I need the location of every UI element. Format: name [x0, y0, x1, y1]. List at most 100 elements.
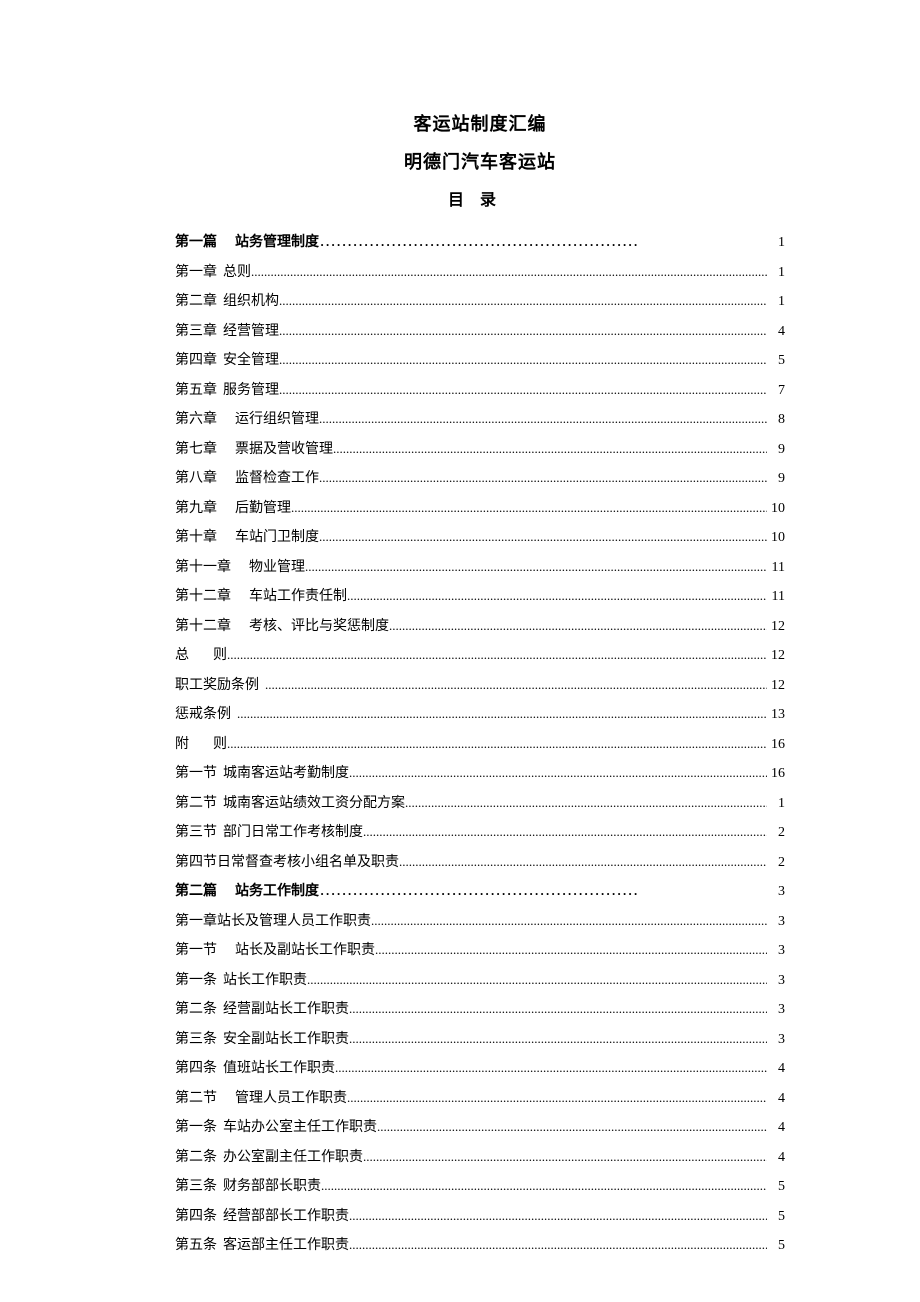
toc-page: 3: [767, 908, 785, 937]
toc-label: 第七章: [175, 436, 223, 465]
toc-dots: [377, 1113, 767, 1142]
toc-text: 经营管理: [223, 318, 279, 347]
toc-page: 16: [767, 731, 785, 760]
toc-dots: [349, 759, 767, 788]
toc-label: 第二条: [175, 1144, 223, 1173]
toc-label: 第一篇: [175, 229, 223, 258]
toc-row: 第二条办公室副主任工作职责 4: [175, 1143, 785, 1173]
toc-row: 总则 12: [175, 641, 785, 671]
toc-dots: [371, 907, 767, 936]
toc-text: 城南客运站考勤制度: [223, 760, 349, 789]
toc-dots: [279, 376, 767, 405]
toc-text: 站长及管理人员工作职责: [217, 908, 371, 937]
toc-row: 第三节部门日常工作考核制度2: [175, 818, 785, 848]
toc-row: 第十一章物业管理 11: [175, 553, 785, 583]
toc-label: 职工奖励条例: [175, 672, 265, 701]
toc-row: 第二篇站务工作制度3: [175, 877, 785, 907]
toc-label: 第一章: [175, 908, 217, 937]
toc-row: 第一节城南客运站考勤制度16: [175, 759, 785, 789]
toc-dots: [335, 1054, 767, 1083]
toc-row: 第三条安全副站长工作职责3: [175, 1025, 785, 1055]
toc-text: 管理人员工作职责: [223, 1085, 347, 1114]
toc-text: 城南客运站绩效工资分配方案: [223, 790, 405, 819]
toc-page: 4: [767, 1114, 785, 1143]
toc-row: 第七章票据及营收管理9: [175, 435, 785, 465]
toc-row: 第十二章车站工作责任制11: [175, 582, 785, 612]
toc-text: 组织机构: [223, 288, 279, 317]
toc-dots: [319, 523, 767, 552]
toc-dots: [237, 700, 767, 729]
toc-text: 办公室副主任工作职责: [223, 1144, 363, 1173]
toc-page: 1: [767, 259, 785, 288]
toc-label: 第十一章: [175, 554, 237, 583]
toc-page: 3: [767, 1026, 785, 1055]
toc-page: 5: [767, 347, 785, 376]
toc-label: 第十章: [175, 524, 223, 553]
toc-text: 则: [213, 642, 227, 671]
toc-row: 附则16: [175, 730, 785, 760]
toc-text: 站务工作制度: [223, 878, 319, 907]
toc-page: 1: [767, 790, 785, 819]
toc-page: 12: [767, 672, 785, 701]
toc-text: 车站工作责任制: [237, 583, 347, 612]
toc-text: 客运部主任工作职责: [223, 1232, 349, 1261]
toc-dots: [251, 258, 767, 287]
toc-page: 2: [767, 849, 785, 878]
toc-text: 运行组织管理: [223, 406, 319, 435]
toc-label: 第一条: [175, 1114, 223, 1143]
toc-label: 第二节: [175, 1085, 223, 1114]
toc-text: 站长及副站长工作职责: [223, 937, 375, 966]
toc-row: 第三章经营管理4: [175, 317, 785, 347]
toc-row: 第四条值班站长工作职责4: [175, 1054, 785, 1084]
toc-text: 后勤管理: [223, 495, 291, 524]
toc-page: 3: [767, 996, 785, 1025]
toc-page: 3: [767, 937, 785, 966]
toc-row: 第十二章考核、评比与奖惩制度12: [175, 612, 785, 642]
toc-label: 第一章: [175, 259, 223, 288]
toc-dots: [375, 936, 767, 965]
toc-row: 第一条站长工作职责3: [175, 966, 785, 996]
toc-row: 第四条经营部部长工作职责5: [175, 1202, 785, 1232]
toc-dots: [363, 1143, 767, 1172]
toc-page: 11: [767, 554, 785, 583]
toc-label: 第三章: [175, 318, 223, 347]
toc-row: 第四章安全管理5: [175, 346, 785, 376]
toc-label: 总: [175, 642, 213, 671]
toc-row: 第六章运行组织管理8: [175, 405, 785, 435]
toc-row: 第二章组织机构1: [175, 287, 785, 317]
toc-label: 第一条: [175, 967, 223, 996]
toc-label: 第十二章: [175, 613, 237, 642]
toc-page: 12: [767, 613, 785, 642]
toc-row: 第二条经营副站长工作职责3: [175, 995, 785, 1025]
toc-page: 12: [767, 642, 785, 671]
toc-row: 第一条车站办公室主任工作职责4: [175, 1113, 785, 1143]
toc-page: 4: [767, 1144, 785, 1173]
toc-page: 3: [767, 967, 785, 996]
toc-page: 4: [767, 1085, 785, 1114]
toc-page: 9: [767, 436, 785, 465]
toc-dots: [227, 641, 767, 670]
toc-label: 第二章: [175, 288, 223, 317]
toc-text: 物业管理: [237, 554, 305, 583]
toc-row: 第三条财务部部长职责5: [175, 1172, 785, 1202]
toc-text: 财务部部长职责: [223, 1173, 321, 1202]
toc-dots: [291, 494, 767, 523]
toc-dots: [227, 730, 767, 759]
toc-label: 第五条: [175, 1232, 223, 1261]
toc-row: 第八章监督检查工作9: [175, 464, 785, 494]
toc-dots: [319, 464, 767, 493]
toc-page: 8: [767, 406, 785, 435]
toc-text: 值班站长工作职责: [223, 1055, 335, 1084]
toc-text: 站务管理制度: [223, 229, 319, 258]
toc-page: 5: [767, 1173, 785, 1202]
toc-row: 第五章服务管理7: [175, 376, 785, 406]
toc-dots: [349, 1231, 767, 1260]
toc-row: 第五条客运部主任工作职责5: [175, 1231, 785, 1261]
toc-page: 9: [767, 465, 785, 494]
toc-row: 第二节城南客运站绩效工资分配方案 1: [175, 789, 785, 819]
toc-label: 第二节: [175, 790, 223, 819]
toc-dots: [279, 317, 767, 346]
main-title: 客运站制度汇编: [175, 110, 785, 136]
toc-dots: [333, 435, 767, 464]
toc-label: 第五章: [175, 377, 223, 406]
